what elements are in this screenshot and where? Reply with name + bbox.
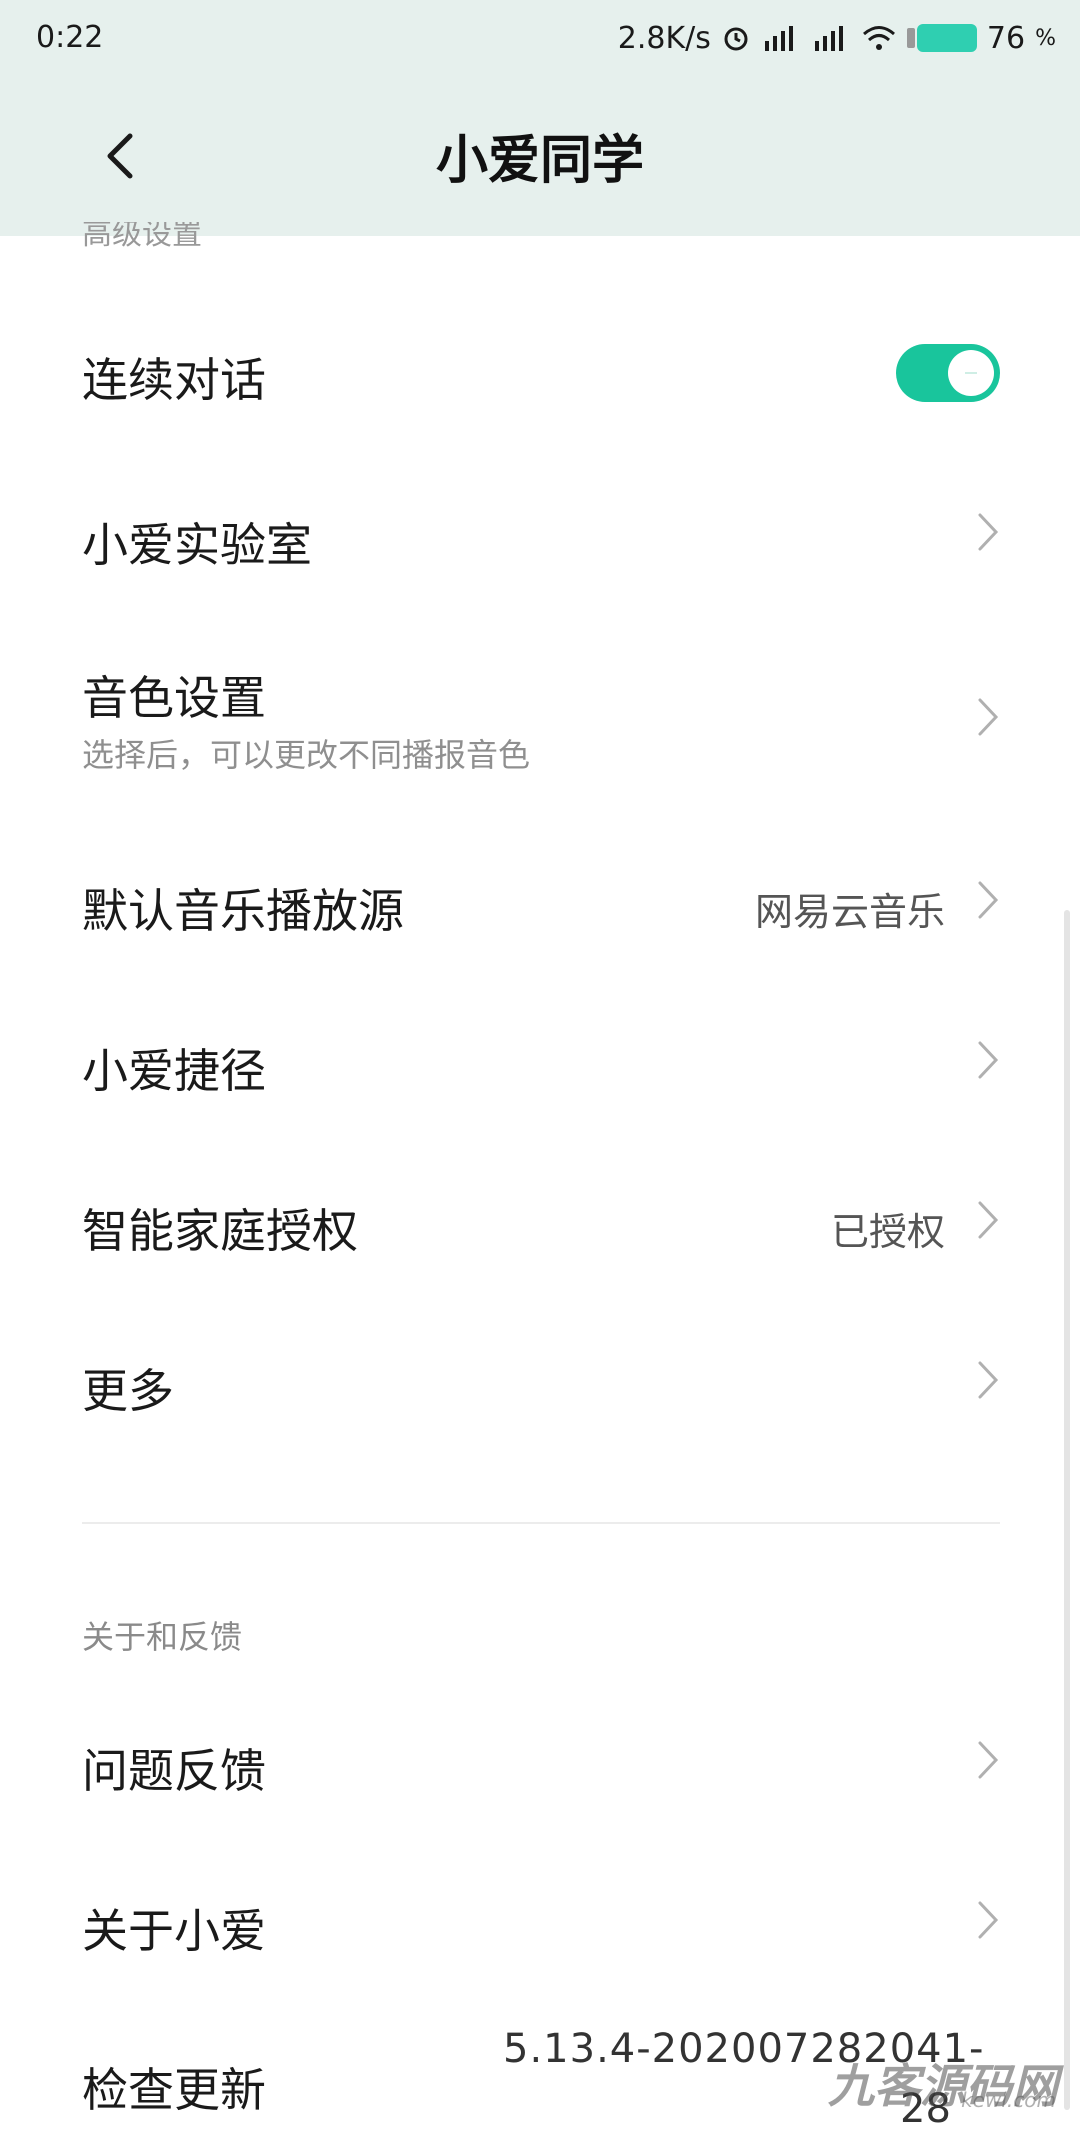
row-title: 音色设置 — [82, 671, 266, 725]
scrollbar[interactable] — [1064, 910, 1070, 2110]
toggle-knob — [948, 350, 994, 396]
signal-hd-icon — [761, 23, 801, 53]
section-label-advanced: 高级设置 — [82, 222, 202, 248]
app-header: 小爱同学 — [0, 78, 1080, 236]
row-value: 已授权 — [830, 1210, 945, 1254]
chevron-right-icon — [978, 1041, 999, 1079]
battery-unit: % — [1035, 25, 1056, 51]
continuous-dialog-toggle[interactable] — [896, 344, 1000, 402]
row-voice[interactable]: 音色设置 选择后，可以更改不同播报音色 — [0, 640, 1080, 810]
status-time: 0:22 — [36, 20, 104, 55]
section-label-about: 关于和反馈 — [82, 1618, 243, 1656]
row-value: 网易云音乐 — [754, 890, 945, 934]
row-smart-home[interactable]: 智能家庭授权 已授权 — [0, 1145, 1080, 1295]
row-more[interactable]: 更多 — [0, 1305, 1080, 1455]
status-bar: 0:22 2.8K/s 76 % — [0, 0, 1080, 78]
net-speed: 2.8K/s — [617, 20, 711, 56]
watermark-sub: kewl.com — [961, 2088, 1056, 2112]
page-title: 小爱同学 — [435, 131, 644, 191]
row-subtitle: 选择后，可以更改不同播报音色 — [82, 736, 531, 774]
chevron-right-icon — [978, 1201, 999, 1239]
chevron-right-icon — [978, 1741, 999, 1779]
alarm-icon — [721, 23, 751, 53]
section-divider — [82, 1522, 1000, 1524]
row-shortcut[interactable]: 小爱捷径 — [0, 985, 1080, 1135]
battery-level: 76 — [986, 20, 1026, 56]
row-about[interactable]: 关于小爱 — [0, 1845, 1080, 1995]
signal-hd-icon — [811, 23, 851, 53]
row-title: 连续对话 — [82, 353, 266, 407]
row-music-source[interactable]: 默认音乐播放源 网易云音乐 — [0, 825, 1080, 975]
row-title: 关于小爱 — [82, 1904, 266, 1958]
row-title: 默认音乐播放源 — [82, 884, 404, 938]
wifi-icon — [861, 23, 897, 53]
row-continuous-dialog: 连续对话 — [0, 300, 1080, 450]
row-title: 智能家庭授权 — [82, 1204, 358, 1258]
chevron-right-icon — [978, 881, 999, 919]
chevron-right-icon — [978, 513, 999, 551]
row-title: 更多 — [82, 1364, 174, 1418]
chevron-right-icon — [978, 1361, 999, 1399]
row-title: 小爱捷径 — [82, 1044, 266, 1098]
chevron-right-icon — [978, 698, 999, 736]
battery-icon — [906, 24, 977, 52]
row-title: 小爱实验室 — [82, 518, 312, 572]
chevron-right-icon — [978, 1901, 999, 1939]
row-feedback[interactable]: 问题反馈 — [0, 1685, 1080, 1835]
status-indicators: 2.8K/s 76 % — [618, 18, 1056, 58]
row-title: 检查更新 — [82, 2063, 266, 2117]
row-title: 问题反馈 — [82, 1744, 266, 1798]
row-lab[interactable]: 小爱实验室 — [0, 457, 1080, 607]
